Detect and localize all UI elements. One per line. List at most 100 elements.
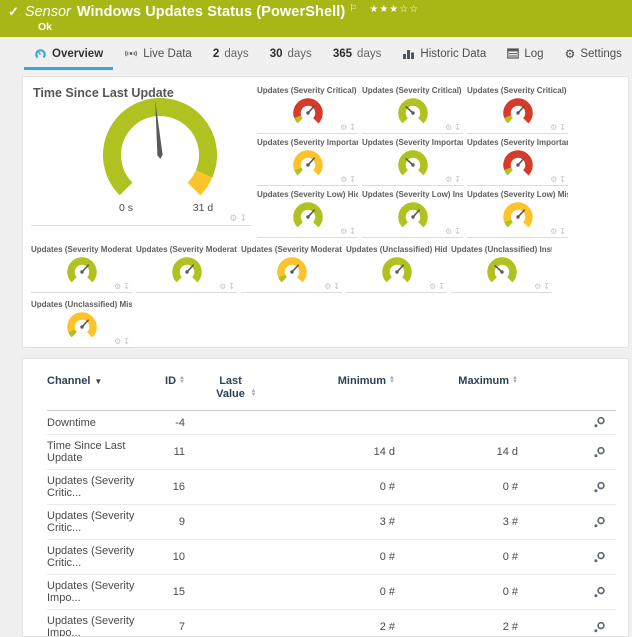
- gear-icon[interactable]: ⚙: [445, 124, 452, 132]
- table-row[interactable]: Updates (Severity Impo...72 #2 #: [47, 610, 616, 637]
- column-header-channel[interactable]: Channel▼: [47, 367, 147, 411]
- table-row[interactable]: Time Since Last Update1114 d14 d: [47, 435, 616, 470]
- gear-icon[interactable]: ⚙: [550, 124, 557, 132]
- channel-gauge-tile[interactable]: Updates (Severity Moderate) I...⚙↧: [136, 243, 237, 293]
- tab-30-days[interactable]: 30days: [268, 37, 314, 70]
- pin-icon[interactable]: ↧: [559, 228, 566, 236]
- channel-gauge-tile[interactable]: Updates (Severity Critical) Hi... ⚙↧: [257, 84, 358, 134]
- pin-icon[interactable]: ↧: [559, 176, 566, 184]
- channel-gauge-tile[interactable]: Updates (Severity Important) ...⚙↧: [257, 136, 358, 186]
- sort-toggle-icon[interactable]: ▲▼: [179, 376, 185, 384]
- column-header-minimum[interactable]: Minimum▲▼: [285, 367, 395, 411]
- gear-icon[interactable]: ⚙: [429, 283, 436, 291]
- gear-icon[interactable]: ⚙: [324, 283, 331, 291]
- table-row[interactable]: Downtime-4: [47, 411, 616, 435]
- table-row[interactable]: Updates (Severity Impo...150 #0 #: [47, 575, 616, 610]
- tile-icons: ⚙↧: [429, 283, 445, 291]
- cell-channel[interactable]: Updates (Severity Impo...: [47, 575, 147, 610]
- channel-settings-icon[interactable]: [593, 621, 606, 634]
- channel-gauge-tile[interactable]: Updates (Unclassified) Install...⚙↧: [451, 243, 552, 293]
- channel-gauge-tile[interactable]: Updates (Severity Critical) Ins...⚙↧: [362, 84, 463, 134]
- gear-icon[interactable]: ⚙: [445, 228, 452, 236]
- column-label: Minimum: [338, 375, 386, 387]
- pin-icon[interactable]: ↧: [454, 176, 461, 184]
- table-row[interactable]: Updates (Severity Critic...160 #0 #: [47, 470, 616, 505]
- cell-last_value: [185, 540, 285, 575]
- channel-settings-icon[interactable]: [593, 586, 606, 599]
- channel-gauge-tile[interactable]: Updates (Unclassified) Missing⚙↧: [31, 298, 132, 348]
- pin-icon[interactable]: ↧: [333, 283, 340, 291]
- tab-2-days[interactable]: 2days: [211, 37, 251, 70]
- channel-gauge-tile[interactable]: Updates (Severity Important) ...⚙↧: [362, 136, 463, 186]
- channel-gauge-tile[interactable]: Updates (Severity Important) ...⚙↧: [467, 136, 568, 186]
- channel-gauge-tile[interactable]: Updates (Severity Critical) Mi...⚙↧: [467, 84, 568, 134]
- pin-icon[interactable]: ↧: [239, 214, 247, 222]
- channel-gauge-tile[interactable]: Updates (Severity Moderate) ...⚙↧: [31, 243, 132, 293]
- gear-icon[interactable]: ⚙: [340, 228, 347, 236]
- tab-word: days: [357, 48, 381, 60]
- gear-icon[interactable]: ⚙: [114, 283, 121, 291]
- pin-icon[interactable]: ↧: [123, 283, 130, 291]
- pin-icon[interactable]: ↧: [349, 176, 356, 184]
- gear-icon[interactable]: ⚙: [340, 176, 347, 184]
- channel-settings-icon[interactable]: [593, 516, 606, 529]
- channel-settings-icon[interactable]: [593, 551, 606, 564]
- cell-channel[interactable]: Downtime: [47, 411, 147, 435]
- cell-channel[interactable]: Updates (Severity Critic...: [47, 470, 147, 505]
- pin-icon[interactable]: ↧: [454, 228, 461, 236]
- channel-gauge-tile[interactable]: Updates (Severity Low) Missi...⚙↧: [467, 188, 568, 238]
- gear-icon[interactable]: ⚙: [114, 338, 121, 346]
- pin-icon[interactable]: ↧: [349, 228, 356, 236]
- flag-icon[interactable]: ⚐: [349, 0, 357, 17]
- gear-icon[interactable]: ⚙: [550, 228, 557, 236]
- pin-icon[interactable]: ↧: [559, 124, 566, 132]
- pin-icon[interactable]: ↧: [438, 283, 445, 291]
- cell-channel[interactable]: Updates (Severity Impo...: [47, 610, 147, 637]
- priority-stars[interactable]: ★★★☆☆: [369, 1, 419, 19]
- tab-settings[interactable]: ⚙Settings: [563, 37, 624, 70]
- main-gauge-tile[interactable]: Time Since Last Update 0 s 31 d ⚙↧: [31, 84, 251, 226]
- pin-icon[interactable]: ↧: [454, 124, 461, 132]
- column-header-maximum[interactable]: Maximum▲▼: [395, 367, 518, 411]
- gear-icon[interactable]: ⚙: [340, 124, 347, 132]
- gear-icon[interactable]: ⚙: [445, 176, 452, 184]
- channel-gauge-title: Updates (Severity Low) Hidden: [257, 188, 358, 200]
- pin-icon[interactable]: ↧: [349, 124, 356, 132]
- gear-icon[interactable]: ⚙: [550, 176, 557, 184]
- sort-toggle-icon[interactable]: ▲▼: [389, 376, 395, 384]
- channel-settings-icon[interactable]: [593, 446, 606, 459]
- pin-icon[interactable]: ↧: [123, 338, 130, 346]
- channel-gauge-tile[interactable]: Updates (Unclassified) Hidden⚙↧: [346, 243, 447, 293]
- channel-gauge-tile[interactable]: Updates (Severity Moderate) ... ⚙↧: [241, 243, 342, 293]
- cell-channel[interactable]: Time Since Last Update: [47, 435, 147, 470]
- sort-toggle-icon[interactable]: ▲▼: [512, 376, 518, 384]
- cell-max: [395, 411, 518, 435]
- table-row[interactable]: Updates (Severity Critic...93 #3 #: [47, 505, 616, 540]
- tile-icons: ⚙↧: [340, 124, 356, 132]
- channel-gauge-tile[interactable]: Updates (Severity Low) Hidden ⚙↧: [257, 188, 358, 238]
- channel-gauge-tile[interactable]: Updates (Severity Low) Install...⚙↧: [362, 188, 463, 238]
- pin-icon[interactable]: ↧: [228, 283, 235, 291]
- tab-log[interactable]: Log: [505, 37, 545, 70]
- stars-filled: ★★★: [369, 4, 399, 15]
- sort-toggle-icon[interactable]: ▲▼: [251, 389, 257, 397]
- tab-overview[interactable]: Overview: [32, 37, 105, 70]
- cell-channel[interactable]: Updates (Severity Critic...: [47, 505, 147, 540]
- channel-settings-icon[interactable]: [593, 481, 606, 494]
- column-header-last-value[interactable]: Last Value▲▼: [185, 367, 285, 411]
- gear-icon[interactable]: ⚙: [229, 214, 237, 222]
- table-row[interactable]: Updates (Severity Critic...100 #0 #: [47, 540, 616, 575]
- gear-icon[interactable]: ⚙: [534, 283, 541, 291]
- column-header-id[interactable]: ID▲▼: [147, 367, 185, 411]
- channel-gauge-title: Updates (Severity Critical) Hi...: [257, 84, 358, 96]
- pin-icon[interactable]: ↧: [543, 283, 550, 291]
- tab-historic-data[interactable]: Historic Data: [400, 37, 488, 70]
- cell-channel[interactable]: Updates (Severity Critic...: [47, 540, 147, 575]
- channel-settings-icon[interactable]: [593, 416, 606, 429]
- tile-icons: ⚙↧: [445, 228, 461, 236]
- gear-icon[interactable]: ⚙: [219, 283, 226, 291]
- tab-365-days[interactable]: 365days: [331, 37, 383, 70]
- tab-live-data[interactable]: Live Data: [122, 37, 194, 70]
- column-label: ID: [165, 375, 176, 387]
- channel-gauge-title: Updates (Severity Moderate) ...: [241, 243, 342, 255]
